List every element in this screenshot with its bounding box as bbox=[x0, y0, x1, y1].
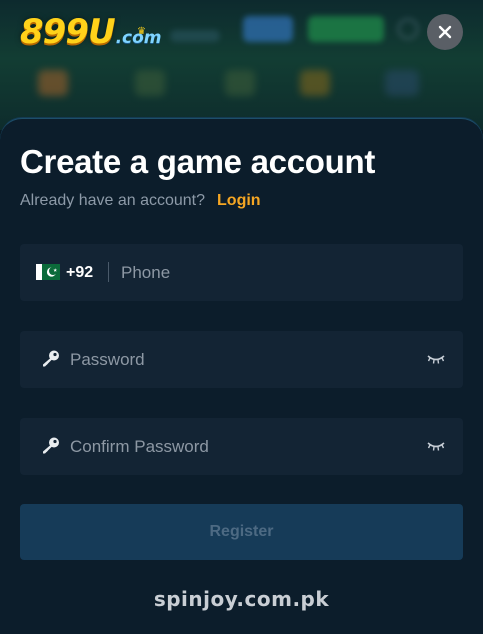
eye-closed-icon[interactable] bbox=[427, 440, 445, 452]
pakistan-flag-icon[interactable] bbox=[36, 264, 60, 280]
crown-icon: ♛ bbox=[137, 26, 146, 37]
key-icon bbox=[43, 437, 59, 454]
login-link[interactable]: Login bbox=[217, 192, 261, 209]
background-deposit-button bbox=[243, 16, 293, 42]
close-button[interactable] bbox=[427, 14, 463, 50]
background-nav-icon bbox=[300, 70, 330, 96]
already-account-text: Already have an account? bbox=[20, 192, 206, 209]
signup-modal: Create a game account Already have an ac… bbox=[0, 118, 483, 634]
modal-title: Create a game account bbox=[20, 143, 376, 180]
dial-code[interactable]: +92 bbox=[66, 264, 93, 282]
background-nav-icon bbox=[385, 70, 419, 96]
eye-closed-icon[interactable] bbox=[427, 353, 445, 365]
close-icon bbox=[438, 25, 452, 39]
brand-logo: 899U .com ♛ bbox=[20, 12, 162, 52]
background-nav-icon bbox=[135, 70, 165, 96]
confirm-password-field[interactable] bbox=[20, 418, 463, 475]
background-signup-button bbox=[308, 16, 384, 42]
watermark-text: spinjoy.com.pk bbox=[153, 587, 330, 611]
login-prompt: Already have an account? Login bbox=[20, 192, 261, 210]
logo-main-text: 899U bbox=[20, 12, 116, 52]
divider bbox=[108, 262, 109, 282]
phone-field[interactable]: +92 bbox=[20, 244, 463, 301]
background-search-icon bbox=[397, 18, 419, 40]
password-input[interactable] bbox=[70, 331, 420, 388]
key-icon bbox=[43, 350, 59, 367]
background-shape bbox=[170, 30, 220, 42]
background-nav-icon bbox=[38, 70, 68, 96]
phone-input[interactable] bbox=[121, 244, 441, 301]
register-button[interactable]: Register bbox=[20, 504, 463, 560]
password-field[interactable] bbox=[20, 331, 463, 388]
confirm-password-input[interactable] bbox=[70, 418, 420, 475]
background-nav-icon bbox=[225, 70, 255, 96]
